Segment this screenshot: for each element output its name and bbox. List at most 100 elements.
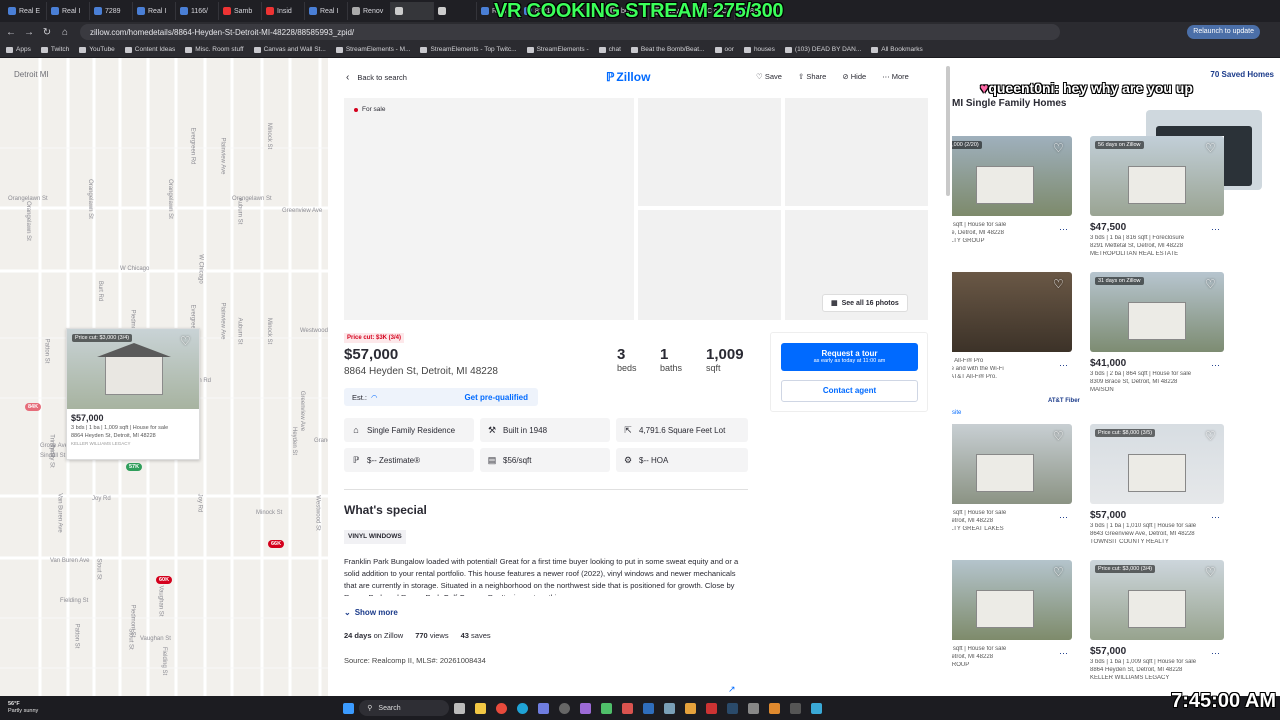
zillow-logo[interactable]: ℙ Zillow	[606, 70, 650, 84]
listing-card[interactable]: 31 days on Zillow ♡ $41,000 3 bds | 2 ba | …	[1090, 272, 1224, 393]
browser-tab[interactable]: Samb	[219, 2, 262, 20]
map-listing-card[interactable]: Price cut: $3,000 (3/4) ♡ $57,000 3 bds …	[66, 328, 200, 460]
more-dots-icon[interactable]: ⋯	[1059, 512, 1068, 523]
more-dots-icon[interactable]: ⋯	[1059, 648, 1068, 659]
forward-arrow-icon[interactable]: →	[22, 25, 36, 39]
more-dots-icon[interactable]: ⋯	[1059, 360, 1068, 371]
back-arrow-icon[interactable]: ←	[4, 25, 18, 39]
task-view-icon[interactable]	[454, 702, 466, 714]
photo-thumbnail[interactable]	[785, 98, 928, 206]
reload-icon[interactable]: ↻	[40, 25, 54, 39]
ad-site-link[interactable]: site	[952, 410, 961, 416]
app-icon[interactable]	[706, 702, 718, 714]
expand-icon[interactable]: ↗	[728, 684, 736, 695]
app-icon[interactable]	[790, 702, 802, 714]
listing-card[interactable]: Price cut: $8,000 (3/5) ♡ $57,000 3 bds | 1…	[1090, 424, 1224, 545]
more-dots-icon[interactable]: ⋯	[1211, 512, 1220, 523]
more-dots-icon[interactable]: ⋯	[1211, 648, 1220, 659]
map-price-pin[interactable]: 57K	[126, 463, 143, 471]
browser-tab[interactable]: Real I	[305, 2, 348, 20]
chrome-icon[interactable]	[496, 702, 508, 714]
home-icon[interactable]: ⌂	[58, 25, 72, 39]
contact-agent-button[interactable]: Contact agent	[781, 380, 918, 402]
browser-tab[interactable]: 7289	[90, 2, 133, 20]
explorer-icon[interactable]	[475, 702, 487, 714]
browser-tab[interactable]	[434, 2, 477, 20]
relaunch-button[interactable]: Relaunch to update	[1187, 25, 1260, 39]
bookmark-item[interactable]: oor	[714, 46, 734, 53]
map-price-pin[interactable]: 66K	[268, 540, 285, 548]
discord-icon[interactable]	[538, 702, 550, 714]
browser-tab[interactable]: Insid	[262, 2, 305, 20]
map-panel[interactable]: Detroit MI Orangelawn St Orangelawn St Ora…	[0, 58, 328, 696]
more-dots-icon[interactable]: ⋯	[1059, 224, 1068, 235]
heart-icon[interactable]: ♡	[1053, 142, 1066, 154]
browser-tab[interactable]: Real I	[47, 2, 90, 20]
browser-tab[interactable]: Real I	[133, 2, 176, 20]
bookmark-item[interactable]: StreamElements -	[526, 46, 589, 53]
listing-card[interactable]: ♡ | 866 sqft | House for sale St, Detroit,…	[952, 424, 1072, 532]
heart-icon[interactable]: ♡	[1205, 278, 1218, 290]
browser-tab[interactable]: Real E	[4, 2, 47, 20]
app-icon[interactable]	[769, 702, 781, 714]
browser-tab[interactable]: Renov	[348, 2, 391, 20]
taskbar-search[interactable]: ⚲ Search	[359, 700, 450, 716]
app-icon[interactable]	[748, 702, 760, 714]
back-to-search-link[interactable]: ‹ Back to search	[346, 72, 407, 83]
listing-card[interactable]: $5,000 (2/20) ♡ | 959 sqft | House for sal…	[952, 136, 1072, 244]
bookmark-item[interactable]: Misc. Room stuff	[185, 46, 244, 53]
bookmark-item[interactable]: chat	[598, 46, 621, 53]
share-button[interactable]: ⇧ Share	[798, 72, 826, 81]
bookmark-item[interactable]: Apps	[6, 46, 31, 53]
more-dots-icon[interactable]: ⋯	[1211, 360, 1220, 371]
prequal-link[interactable]: Get pre-qualified	[464, 393, 528, 402]
url-field[interactable]: zillow.com/homedetails/8864-Heyden-St-De…	[80, 24, 1060, 40]
app-icon[interactable]	[664, 702, 676, 714]
listing-card[interactable]: ♡ | 832 sqft | House for sale St, Detroit,…	[952, 560, 1072, 668]
app-icon[interactable]	[622, 702, 634, 714]
app-icon[interactable]	[811, 702, 823, 714]
obs-icon[interactable]	[559, 702, 571, 714]
save-button[interactable]: ♡ Save	[756, 72, 782, 81]
photo-thumbnail[interactable]	[638, 210, 781, 320]
heart-icon[interactable]: ♡	[1053, 430, 1066, 442]
bookmark-item[interactable]: YouTube	[79, 46, 115, 53]
heart-icon[interactable]: ♡	[1205, 566, 1218, 578]
listing-card[interactable]: ♡ AT&T All-Fi® Pro hustle and with the Wi-…	[952, 272, 1072, 380]
scrollbar[interactable]	[946, 66, 950, 196]
weather-widget[interactable]: 56°F Partly sunny	[8, 701, 38, 715]
heart-icon[interactable]: ♡	[180, 335, 193, 347]
bookmark-item[interactable]: All Bookmarks	[871, 46, 923, 53]
bookmark-item[interactable]: StreamElements - Top Twitc...	[420, 46, 517, 53]
see-all-photos-button[interactable]: ▦ See all 16 photos	[822, 294, 908, 312]
bookmark-item[interactable]: Twitch	[40, 46, 69, 53]
bookmark-item[interactable]: Canvas and Wall St...	[253, 46, 326, 53]
app-icon[interactable]	[685, 702, 697, 714]
listing-card[interactable]: 56 days on Zillow ♡ $47,500 3 bds | 1 ba | …	[1090, 136, 1224, 257]
browser-tab[interactable]: 1166/	[176, 2, 219, 20]
heart-icon[interactable]: ♡	[1053, 566, 1066, 578]
saved-homes-link[interactable]: 70 Saved Homes	[1210, 70, 1274, 79]
edge-icon[interactable]	[517, 702, 529, 714]
map-price-pin[interactable]: 84K	[25, 403, 42, 411]
app-icon[interactable]	[643, 702, 655, 714]
listing-card[interactable]: Price cut: $3,000 (3/4) ♡ $57,000 3 bds | 1…	[1090, 560, 1224, 681]
windows-start-icon[interactable]	[343, 702, 355, 714]
browser-tab[interactable]	[391, 2, 434, 20]
more-dots-icon[interactable]: ⋯	[1211, 224, 1220, 235]
hide-button[interactable]: ⊘ Hide	[842, 72, 866, 81]
bookmark-item[interactable]: Content Ideas	[124, 46, 175, 53]
bookmark-item[interactable]: houses	[743, 46, 775, 53]
show-more-button[interactable]: ⌄ Show more	[344, 608, 398, 617]
app-icon[interactable]	[580, 702, 592, 714]
heart-icon[interactable]: ♡	[1053, 278, 1066, 290]
main-photo[interactable]: For sale	[344, 98, 634, 320]
heart-icon[interactable]: ♡	[1205, 142, 1218, 154]
heart-icon[interactable]: ♡	[1205, 430, 1218, 442]
bookmark-item[interactable]: (103) DEAD BY DAN...	[784, 46, 861, 53]
request-tour-button[interactable]: Request a tour as early as today at 11:0…	[781, 343, 918, 371]
bookmark-item[interactable]: Beat the Bomb/Beat...	[630, 46, 705, 53]
more-button[interactable]: ⋯ More	[882, 72, 909, 81]
map-price-pin[interactable]: 60K	[156, 576, 173, 584]
bookmark-item[interactable]: StreamElements - M...	[335, 46, 410, 53]
